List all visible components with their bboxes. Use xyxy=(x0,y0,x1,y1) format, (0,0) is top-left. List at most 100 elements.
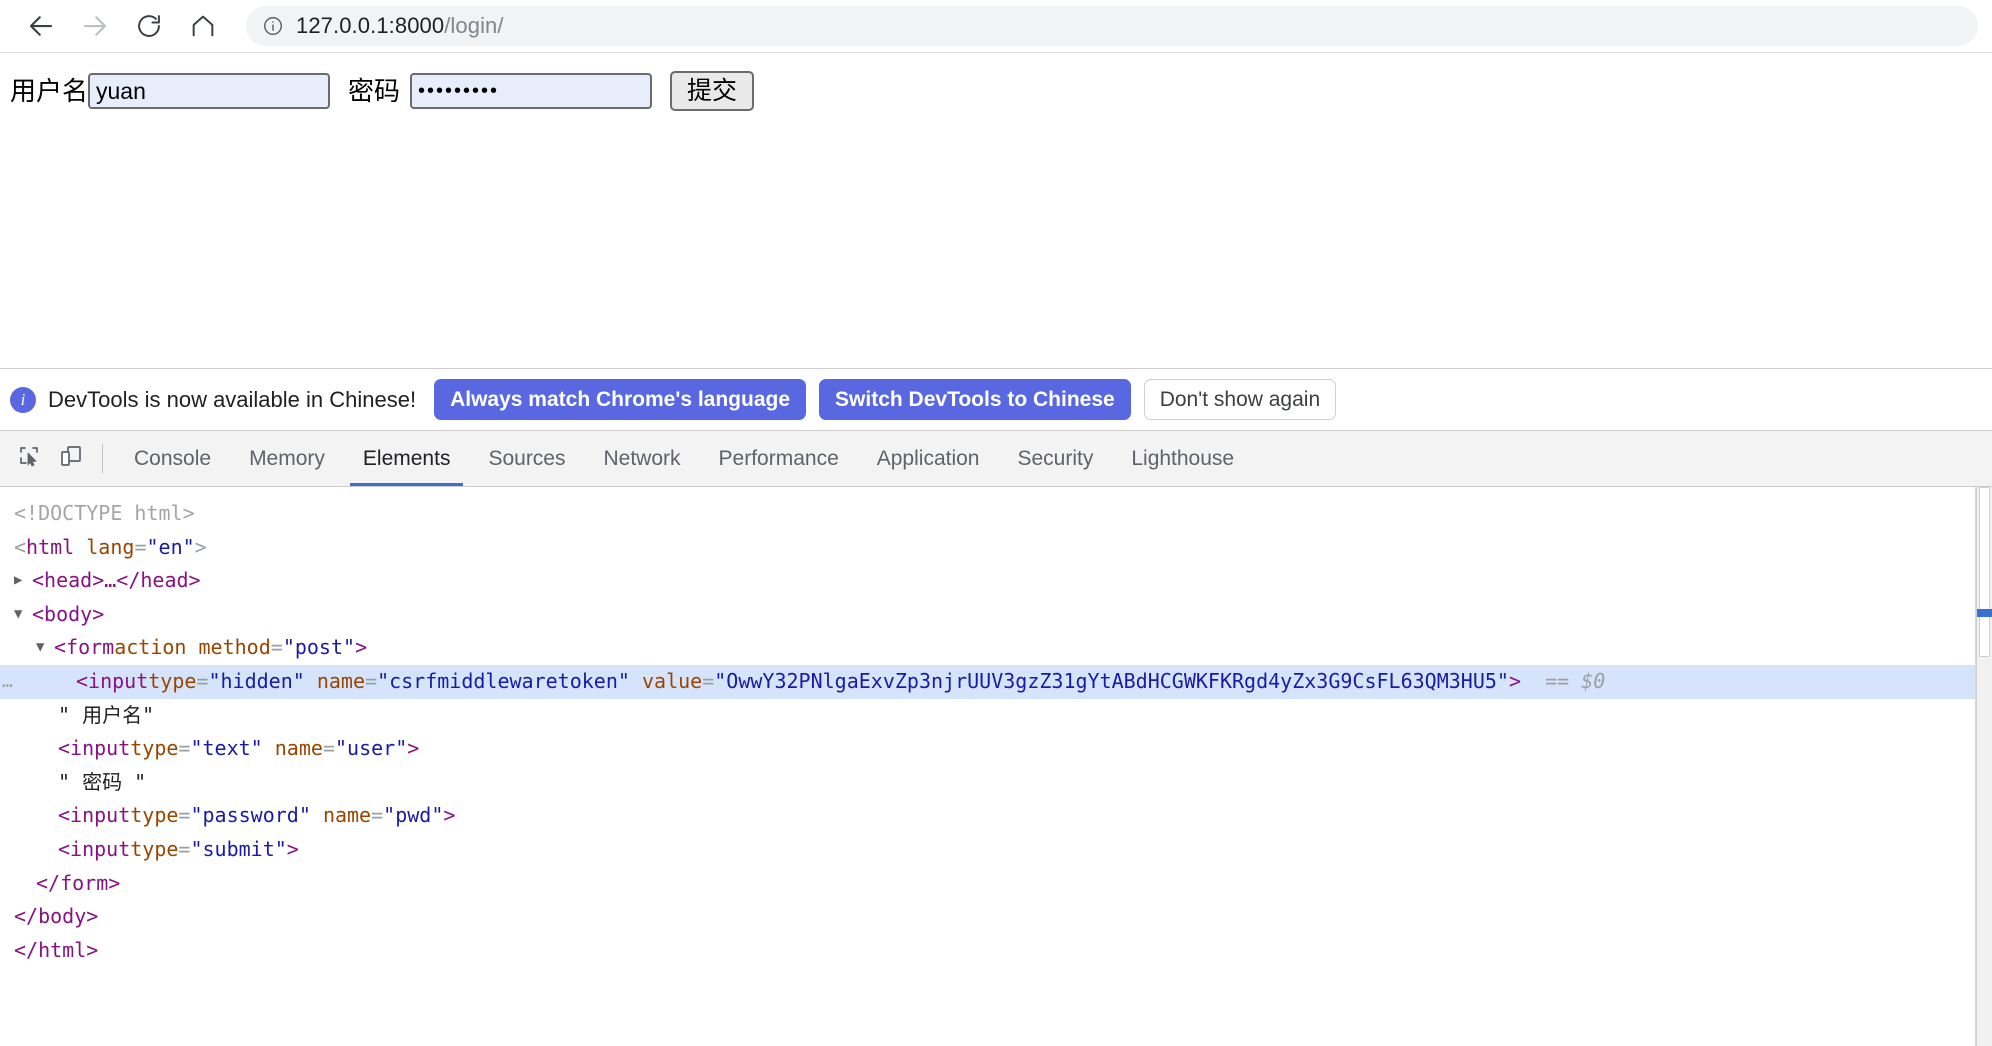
devtools-tab-strip: Console Memory Elements Sources Network … xyxy=(0,431,1992,487)
tab-security[interactable]: Security xyxy=(998,431,1112,486)
dom-tree-scrollbar[interactable] xyxy=(1976,487,1992,1046)
devtools-panel: i DevTools is now available in Chinese! … xyxy=(0,368,1992,1046)
chevron-down-icon[interactable]: ▼ xyxy=(36,631,52,665)
dom-node-html[interactable]: < html lang = "en" > xyxy=(0,531,1976,565)
csrf-name-attr: name xyxy=(316,668,366,693)
dom-node-body-close[interactable]: </body> xyxy=(0,900,1976,934)
username-label: 用户名 xyxy=(10,76,89,106)
form-action-attr: action xyxy=(114,635,187,660)
dom-tree-container: <!DOCTYPE html> < html lang = "en" > ▶ <head>… xyxy=(0,487,1992,1046)
tab-lighthouse[interactable]: Lighthouse xyxy=(1112,431,1253,486)
infobar-message: DevTools is now available in Chinese! xyxy=(48,386,417,412)
browser-toolbar: 127.0.0.1:8000/login/ xyxy=(0,0,1992,53)
head-node-text: <head>…</head> xyxy=(32,568,201,593)
overflow-ellipsis: … xyxy=(2,670,13,692)
devtools-language-infobar: i DevTools is now available in Chinese! … xyxy=(0,369,1992,431)
equals-sign: = xyxy=(178,803,191,828)
csrf-input-tag: <input xyxy=(76,668,149,693)
csrf-token-value: "OwwY32PNlgaExvZp3njrUUV3gzZ31gYtABdHCGW… xyxy=(714,668,1509,693)
always-match-chrome-language-button[interactable]: Always match Chrome's language xyxy=(434,379,807,420)
form-method-value: "post" xyxy=(282,635,356,660)
equals-sign: = xyxy=(178,736,191,761)
dom-node-html-close[interactable]: </html> xyxy=(0,934,1976,968)
username-input[interactable] xyxy=(88,73,331,109)
reload-button[interactable] xyxy=(122,4,176,48)
password-label: 密码 xyxy=(348,76,401,106)
dom-node-form-close[interactable]: </form> xyxy=(0,867,1976,901)
text-node-password: " 密码 " xyxy=(58,769,147,794)
toolbar-divider xyxy=(102,444,103,473)
html-close-bracket: > xyxy=(194,534,207,559)
body-close-tag: </body> xyxy=(14,904,99,929)
pwd-close-bracket: > xyxy=(443,803,456,828)
tab-network[interactable]: Network xyxy=(585,431,700,486)
user-input-tag: <input xyxy=(58,736,131,761)
csrf-close-bracket: > xyxy=(1508,668,1522,693)
dom-tree[interactable]: <!DOCTYPE html> < html lang = "en" > ▶ <head>… xyxy=(0,487,1976,1046)
back-button[interactable] xyxy=(14,4,68,48)
csrf-type-value: "hidden" xyxy=(208,668,305,693)
dom-node-head[interactable]: ▶ <head>…</head> xyxy=(0,564,1976,598)
page-viewport: 用户名 密码 提交 xyxy=(0,53,1992,368)
form-close-tag: </form> xyxy=(36,870,121,895)
switch-devtools-to-chinese-button[interactable]: Switch DevTools to Chinese xyxy=(819,379,1131,420)
tab-application[interactable]: Application xyxy=(858,431,999,486)
user-type-value: "text" xyxy=(190,736,263,761)
tab-elements[interactable]: Elements xyxy=(344,431,470,486)
csrf-name-value: "csrfmiddlewaretoken" xyxy=(377,668,630,693)
device-toolbar-button[interactable] xyxy=(50,431,92,486)
dom-node-submit-input[interactable]: <input type = "submit" > xyxy=(0,833,1976,867)
inspect-element-icon xyxy=(17,444,41,473)
equals-sign: = xyxy=(178,836,191,861)
selected-node-marker: == $0 xyxy=(1545,668,1606,693)
form-open-close-bracket: > xyxy=(355,635,368,660)
address-bar-url: 127.0.0.1:8000/login/ xyxy=(296,13,504,39)
url-host: 127.0.0.1:8000 xyxy=(296,13,445,38)
equals-sign: = xyxy=(371,803,384,828)
home-button[interactable] xyxy=(176,4,230,48)
forward-button[interactable] xyxy=(68,4,122,48)
csrf-value-attr: value xyxy=(641,668,703,693)
body-open-tag: <body> xyxy=(32,601,105,626)
chevron-right-icon[interactable]: ▶ xyxy=(14,564,30,598)
user-name-attr: name xyxy=(274,736,323,761)
pwd-name-value: "pwd" xyxy=(383,803,444,828)
dom-node-form-open[interactable]: ▼ <form action method = "post" > xyxy=(0,631,1976,665)
equals-sign: = xyxy=(702,668,715,693)
submit-type-value: "submit" xyxy=(190,836,287,861)
password-input[interactable] xyxy=(410,73,653,109)
equals-sign: = xyxy=(270,635,283,660)
dont-show-again-button[interactable]: Don't show again xyxy=(1143,379,1337,420)
tab-sources[interactable]: Sources xyxy=(469,431,584,486)
dom-node-body-open[interactable]: ▼ <body> xyxy=(0,598,1976,632)
dom-node-pwd-input[interactable]: <input type = "password" name = "pwd" > xyxy=(0,799,1976,833)
login-form: 用户名 密码 提交 xyxy=(10,71,1980,111)
url-path: /login/ xyxy=(444,13,504,38)
equals-sign: = xyxy=(196,668,209,693)
home-icon xyxy=(189,12,217,40)
tab-memory[interactable]: Memory xyxy=(230,431,344,486)
inspect-element-button[interactable] xyxy=(8,431,50,486)
scrollbar-selection-marker xyxy=(1977,609,1992,617)
submit-button[interactable]: 提交 xyxy=(670,71,755,111)
dom-node-text-username[interactable]: " 用户名" xyxy=(0,699,1976,733)
reload-icon xyxy=(135,12,163,40)
dom-node-text-password[interactable]: " 密码 " xyxy=(0,766,1976,800)
html-close-tag: </html> xyxy=(14,937,99,962)
dom-node-doctype[interactable]: <!DOCTYPE html> xyxy=(0,497,1976,531)
submit-type-attr: type xyxy=(130,836,179,861)
device-toolbar-icon xyxy=(59,444,83,473)
info-circle-icon[interactable] xyxy=(262,15,284,37)
equals-sign: = xyxy=(322,736,335,761)
submit-input-tag: <input xyxy=(58,836,131,861)
tab-performance[interactable]: Performance xyxy=(700,431,858,486)
address-bar[interactable]: 127.0.0.1:8000/login/ xyxy=(246,6,1978,46)
submit-close-bracket: > xyxy=(286,836,299,861)
tab-console[interactable]: Console xyxy=(115,431,230,486)
dom-node-user-input[interactable]: <input type = "text" name = "user" > xyxy=(0,732,1976,766)
scrollbar-thumb[interactable] xyxy=(1979,487,1990,657)
user-close-bracket: > xyxy=(407,736,420,761)
form-method-attr: method xyxy=(198,635,271,660)
chevron-down-icon[interactable]: ▼ xyxy=(14,598,30,632)
dom-node-csrf-input[interactable]: … <input type = "hidden" name = "csrfmiddlewa… xyxy=(0,664,1976,699)
